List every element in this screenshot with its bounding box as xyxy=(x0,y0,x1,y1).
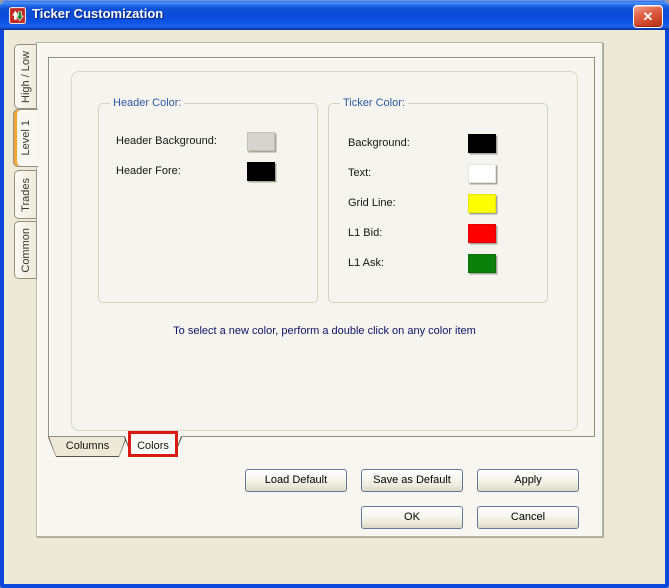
tab-common-label: Common xyxy=(20,228,32,273)
ticker-text-label: Text: xyxy=(348,167,371,179)
grid-line-label: Grid Line: xyxy=(348,197,396,209)
tab-level-1[interactable]: Level 1 xyxy=(13,109,38,167)
ticker-background-swatch[interactable] xyxy=(468,134,496,153)
header-fore-label: Header Fore: xyxy=(116,165,181,177)
l1-ask-swatch[interactable] xyxy=(468,254,496,273)
tab-level-1-label: Level 1 xyxy=(20,120,32,155)
header-background-swatch[interactable] xyxy=(247,132,275,151)
tab-colors-label: Colors xyxy=(124,437,182,457)
tab-columns-label: Columns xyxy=(48,437,127,457)
ok-button[interactable]: OK xyxy=(361,506,463,529)
cancel-button[interactable]: Cancel xyxy=(477,506,579,529)
tab-high-low[interactable]: High / Low xyxy=(14,44,37,109)
save-as-default-button[interactable]: Save as Default xyxy=(361,469,463,492)
l1-bid-label: L1 Bid: xyxy=(348,227,382,239)
ticker-customization-window: Ticker Customization ✕ High / Low Level … xyxy=(0,0,669,588)
color-hint-text: To select a new color, perform a double … xyxy=(71,325,578,337)
ticker-updown-icon xyxy=(9,7,26,24)
ticker-text-swatch[interactable] xyxy=(468,164,496,183)
dialog-body: High / Low Level 1 Trades Common Header … xyxy=(4,30,665,584)
l1-ask-label: L1 Ask: xyxy=(348,257,384,269)
tab-trades[interactable]: Trades xyxy=(14,170,37,219)
load-default-button[interactable]: Load Default xyxy=(245,469,347,492)
grid-line-swatch[interactable] xyxy=(468,194,496,213)
titlebar[interactable]: Ticker Customization ✕ xyxy=(0,0,669,30)
header-fore-swatch[interactable] xyxy=(247,162,275,181)
l1-bid-swatch[interactable] xyxy=(468,224,496,243)
tab-columns[interactable]: Columns xyxy=(48,437,127,457)
header-color-group: Header Color: xyxy=(98,103,318,303)
tab-common[interactable]: Common xyxy=(14,221,37,279)
apply-button[interactable]: Apply xyxy=(477,469,579,492)
tab-colors[interactable]: Colors xyxy=(124,437,182,457)
tab-trades-label: Trades xyxy=(20,178,32,212)
close-button[interactable]: ✕ xyxy=(633,5,663,28)
window-title: Ticker Customization xyxy=(32,6,163,21)
header-background-label: Header Background: xyxy=(116,135,217,147)
ticker-color-group-title: Ticker Color: xyxy=(340,97,408,109)
ticker-background-label: Background: xyxy=(348,137,410,149)
header-color-group-title: Header Color: xyxy=(110,97,184,109)
tab-high-low-label: High / Low xyxy=(20,51,32,103)
